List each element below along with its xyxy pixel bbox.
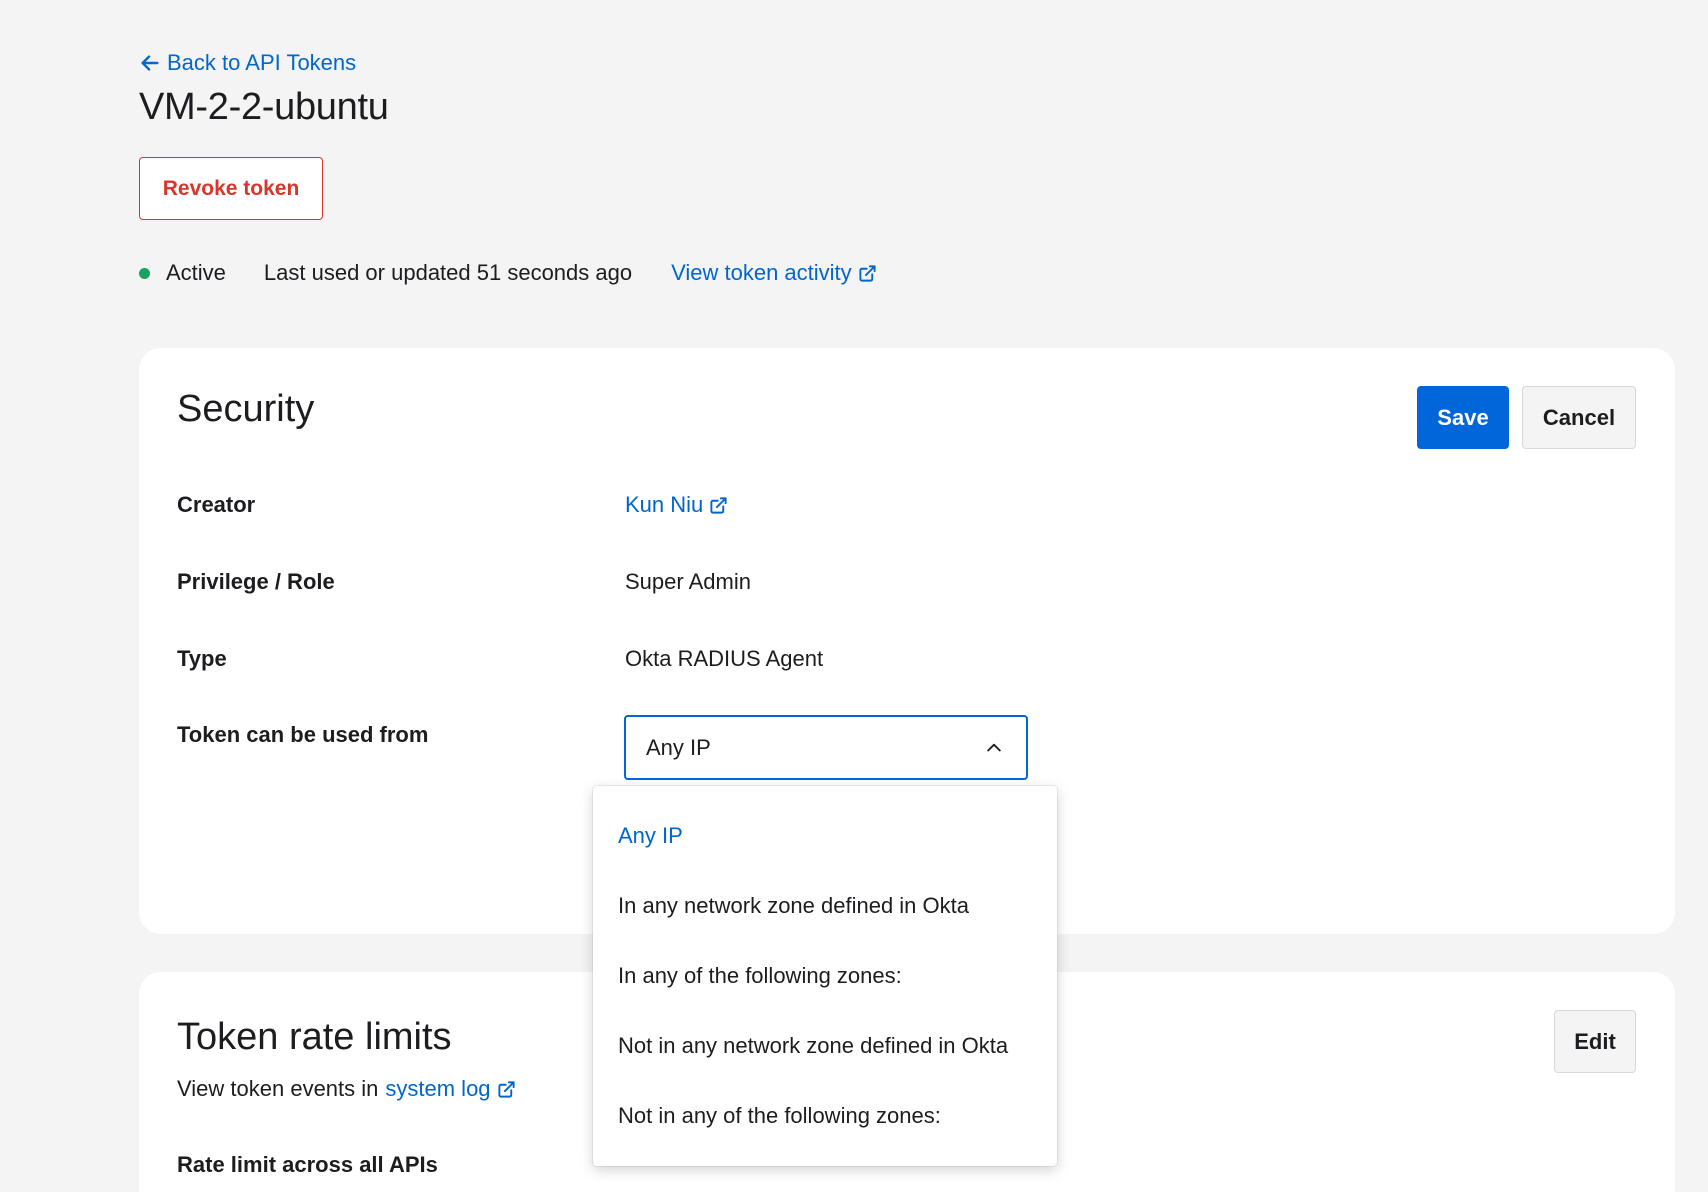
activity-link-label: View token activity [671,260,852,285]
type-value: Okta RADIUS Agent [625,646,824,671]
creator-label: Creator [177,492,256,517]
rate-limits-title: Token rate limits [177,1016,452,1058]
cancel-button[interactable]: Cancel [1522,386,1636,449]
status-dot-icon [139,267,150,279]
token-used-from-select[interactable]: Any IP [624,715,1028,780]
system-log-label: system log [385,1076,491,1101]
token-status-row: Active Last used or updated 51 seconds a… [139,258,877,288]
subtitle-prefix: View token events in [177,1076,379,1101]
ip-restriction-dropdown-menu: Any IP In any network zone defined in Ok… [593,786,1057,1166]
save-button[interactable]: Save [1417,386,1509,449]
token-used-from-label: Token can be used from [177,722,429,747]
back-link-label: Back to API Tokens [167,50,357,75]
view-token-activity-link[interactable]: View token activity [671,260,877,286]
external-link-icon [859,264,876,282]
chevron-up-icon [987,743,1001,751]
rate-limit-all-apis-label: Rate limit across all APIs [177,1152,438,1177]
dropdown-option-in-following-zones[interactable]: In any of the following zones: [618,963,902,989]
back-to-api-tokens-link[interactable]: Back to API Tokens [139,50,356,76]
status-text: Active [166,260,226,285]
rate-limits-subtitle: View token events in system log [177,1076,516,1102]
privilege-role-label: Privilege / Role [177,569,335,594]
external-link-icon [497,1080,515,1098]
system-log-link[interactable]: system log [385,1076,515,1102]
type-label: Type [177,646,227,671]
dropdown-option-not-in-following-zones[interactable]: Not in any of the following zones: [618,1103,941,1129]
security-title: Security [177,388,315,430]
dropdown-option-in-any-zone[interactable]: In any network zone defined in Okta [618,893,969,919]
last-used-text: Last used or updated 51 seconds ago [263,260,633,285]
edit-button[interactable]: Edit [1554,1010,1636,1073]
arrow-left-icon [141,55,159,71]
external-link-icon [710,496,727,514]
dropdown-option-any-ip[interactable]: Any IP [618,823,683,849]
privilege-role-value: Super Admin [625,569,751,594]
select-value: Any IP [646,734,711,760]
creator-link[interactable]: Kun Niu [625,492,728,518]
revoke-token-button[interactable]: Revoke token [139,157,323,220]
creator-value: Kun Niu [625,492,704,517]
page-title: VM-2-2-ubuntu [139,86,389,128]
dropdown-option-not-in-any-zone[interactable]: Not in any network zone defined in Okta [618,1033,1008,1059]
page: Back to API Tokens VM-2-2-ubuntu Revoke … [0,0,1708,1192]
